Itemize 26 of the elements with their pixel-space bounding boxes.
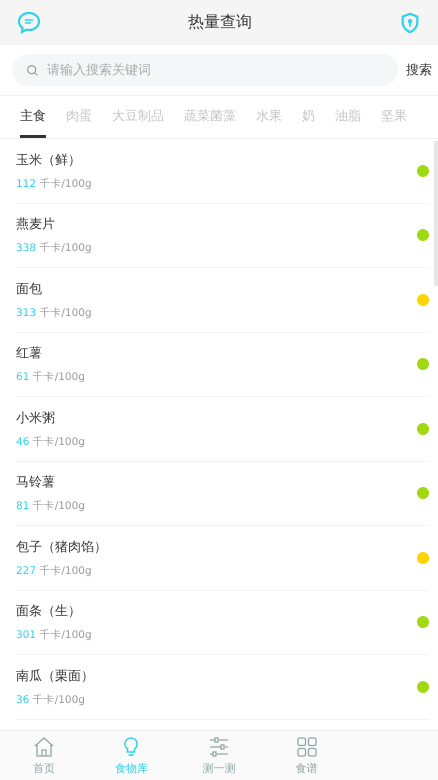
shield-keyhole-icon[interactable] [399,10,421,34]
category-tab[interactable]: 主食 [20,96,46,138]
search-field[interactable]: 请输入搜索关键词 [12,54,398,86]
calorie-text: 61 千卡/100g [16,370,85,384]
calorie-text: 338 千卡/100g [16,241,92,256]
search-button[interactable]: 搜索 [406,61,432,79]
grid-icon [294,735,319,759]
page-title: 热量查询 [188,12,252,33]
food-name[interactable]: 面条（生） [16,602,92,620]
calorie-text: 46 千卡/100g [16,434,85,449]
calorie-text: 36 千卡/100g [16,692,86,707]
calorie-text: 227 千卡/100g [16,564,93,578]
search-icon [26,64,39,77]
calorie-text: 313 千卡/100g [16,306,92,320]
chat-bubble-icon[interactable] [17,10,41,34]
food-name[interactable]: 红薯 [16,344,85,362]
food-name[interactable]: 南瓜（栗面） [16,666,94,685]
food-name[interactable]: 小米粥 [16,408,85,427]
food-name[interactable]: 面包 [16,280,92,298]
food-name[interactable]: 马铃薯 [16,473,85,492]
calorie-text: 81 千卡/100g [16,499,85,514]
food-name[interactable]: 玉米（鲜） [16,150,92,169]
food-name[interactable]: 包子（猪肉馅） [16,538,107,556]
food-name[interactable]: 燕麦片 [16,215,92,234]
calorie-text: 112 千卡/100g [16,176,92,191]
calorie-text: 301 千卡/100g [16,628,92,642]
